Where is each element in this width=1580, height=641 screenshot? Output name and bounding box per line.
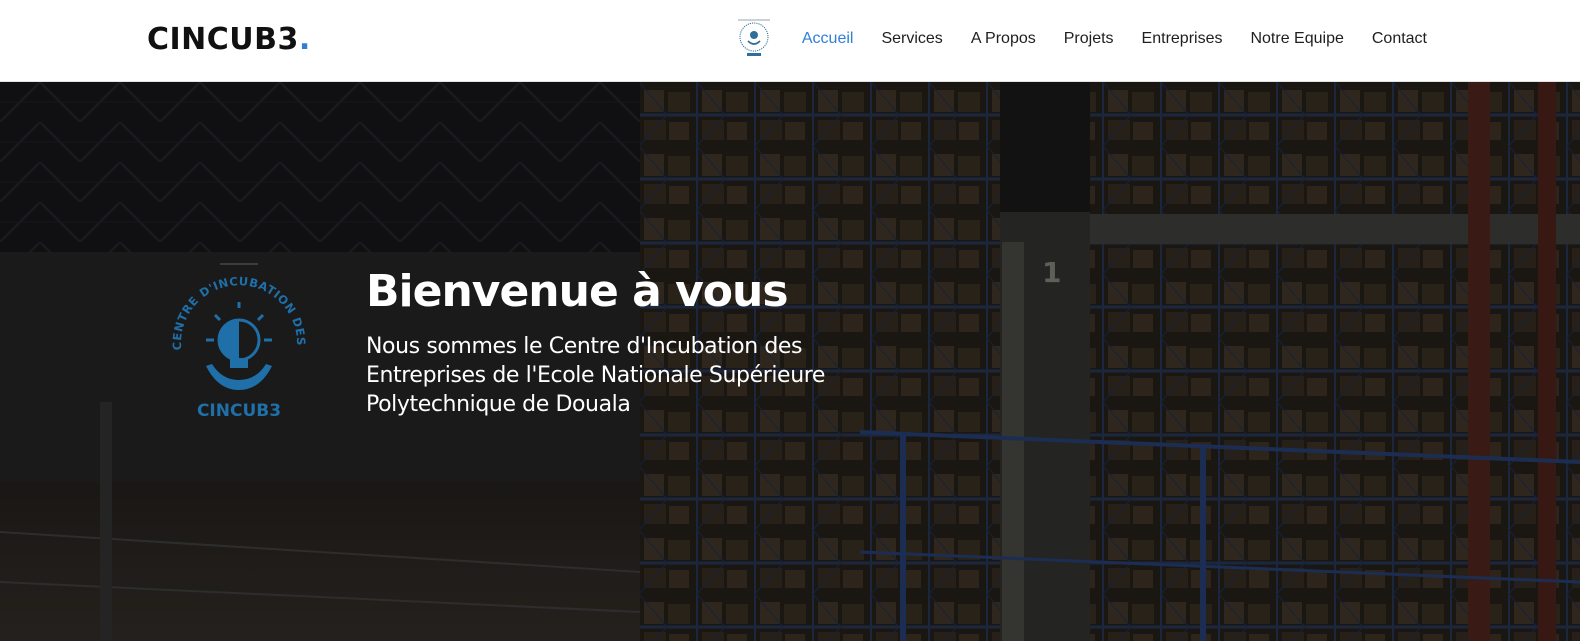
nav-item-accueil[interactable]: Accueil	[802, 19, 854, 59]
cincub3-emblem-icon: CENTRE D'INCUBATION DES ENTREPRISES CINC…	[158, 258, 308, 421]
hero-subtitle: Nous sommes le Centre d'Incubation des E…	[366, 334, 826, 417]
nav-item-projets[interactable]: Projets	[1064, 19, 1114, 59]
main-nav: Accueil Services A Propos Projets Entrep…	[733, 19, 1427, 59]
nav-item-contact[interactable]: Contact	[1372, 19, 1427, 59]
hero-text-block: Bienvenue à vous Nous sommes le Centre d…	[366, 266, 926, 419]
emblem-word: CINCUB3	[197, 401, 281, 421]
brand-logo[interactable]: CINCUB3.	[147, 20, 311, 60]
nav-item-services[interactable]: Services	[881, 19, 942, 59]
cincub3-emblem-icon[interactable]	[733, 19, 774, 59]
brand-dot: .	[298, 22, 311, 57]
brand-name: CINCUB3	[147, 22, 299, 57]
hero-section: 1 CENTRE D'INCUBATION DES ENTREPRISES	[0, 82, 1580, 641]
nav-item-a-propos[interactable]: A Propos	[971, 19, 1036, 59]
nav-item-notre-equipe[interactable]: Notre Equipe	[1250, 19, 1343, 59]
nav-item-entreprises[interactable]: Entreprises	[1142, 19, 1223, 59]
site-header: CINCUB3. Accueil Services A Propos Proje…	[0, 0, 1580, 82]
hero-title: Bienvenue à vous	[366, 266, 789, 317]
